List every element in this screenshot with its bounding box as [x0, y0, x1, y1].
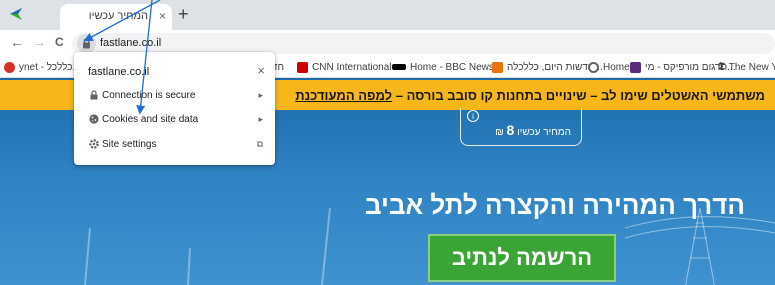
morfix-favicon-icon	[630, 61, 641, 73]
site-settings-item[interactable]: Site settings ⧉	[74, 133, 275, 157]
bookmark-ynet[interactable]: ynet - כללכל...	[4, 60, 81, 74]
new-tab-button[interactable]: +	[178, 4, 189, 24]
price-display: המחיר עכשיו 8 ₪	[495, 122, 571, 138]
price-label: המחיר עכשיו	[517, 127, 571, 138]
chevron-right-icon: ▸	[258, 114, 263, 124]
url-text: fastlane.co.il	[100, 37, 162, 49]
browser-tab[interactable]: המחיר עכשיו ×	[60, 4, 172, 30]
bookmark-label: The New Yor	[728, 61, 775, 73]
cookies-site-data-item[interactable]: Cookies and site data ▸	[74, 108, 275, 132]
price-box: i המחיר עכשיו 8 ₪	[460, 108, 582, 146]
bookmark-cnn[interactable]: CNN International -...	[297, 60, 406, 74]
cookies-label: Cookies and site data	[102, 114, 199, 125]
tab-title: המחיר עכשיו	[88, 10, 148, 22]
app-logo-icon	[8, 6, 26, 22]
lock-icon	[83, 38, 90, 49]
bookmark-nyt[interactable]: 𝕿 The New Yor	[718, 60, 775, 74]
cnn-favicon-icon	[297, 61, 308, 73]
address-bar[interactable]: fastlane.co.il	[72, 33, 775, 54]
price-currency: ₪	[495, 127, 504, 138]
bookmark-calcalist[interactable]: חדשות היום, כללכלה...	[492, 60, 603, 74]
banner-message: משתמשי האשטלים שימו לב – שינויים בתחנות …	[392, 88, 765, 103]
calcalist-favicon-icon	[492, 61, 503, 73]
bookmark-label: Home - BBC News	[410, 61, 494, 73]
bookmark-label: Home	[603, 61, 630, 73]
close-tab-icon[interactable]: ×	[159, 9, 166, 23]
bookmark-bbc[interactable]: Home - BBC News	[392, 60, 494, 74]
price-value: 8	[506, 122, 515, 138]
bookmark-home[interactable]: Home	[588, 60, 630, 74]
connection-secure-label: Connection is secure	[102, 90, 196, 101]
site-info-button[interactable]	[77, 34, 96, 53]
site-info-popup: fastlane.co.il × Connection is secure ▸ …	[74, 52, 275, 165]
reload-button[interactable]: C	[55, 34, 64, 50]
tab-strip: המחיר עכשיו × +	[0, 0, 775, 30]
close-icon[interactable]: ×	[257, 63, 265, 78]
info-icon[interactable]: i	[467, 110, 479, 122]
nyt-favicon-icon: 𝕿	[718, 60, 725, 73]
updated-map-link[interactable]: למפה המעודכנת	[295, 88, 392, 103]
gear-icon	[89, 139, 99, 149]
popup-title: fastlane.co.il	[88, 66, 150, 78]
globe-icon	[588, 61, 599, 73]
connection-secure-item[interactable]: Connection is secure ▸	[74, 84, 275, 108]
bookmark-label: ynet - כללכל...	[19, 61, 81, 73]
open-external-icon: ⧉	[256, 139, 263, 149]
forward-button[interactable]: →	[32, 34, 46, 50]
register-button[interactable]: הרשמה לנתיב	[428, 234, 616, 282]
ynet-favicon-icon	[4, 61, 15, 73]
back-button[interactable]: ←	[10, 34, 24, 50]
hero-headline: הדרך המהירה והקצרה לתל אביב	[364, 190, 745, 220]
lock-icon	[90, 90, 98, 100]
banner-text: משתמשי האשטלים שימו לב – שינויים בתחנות …	[295, 88, 765, 103]
cookie-icon	[89, 114, 99, 124]
site-settings-label: Site settings	[102, 139, 157, 150]
bbc-favicon-icon	[392, 64, 406, 70]
chevron-right-icon: ▸	[258, 90, 263, 100]
